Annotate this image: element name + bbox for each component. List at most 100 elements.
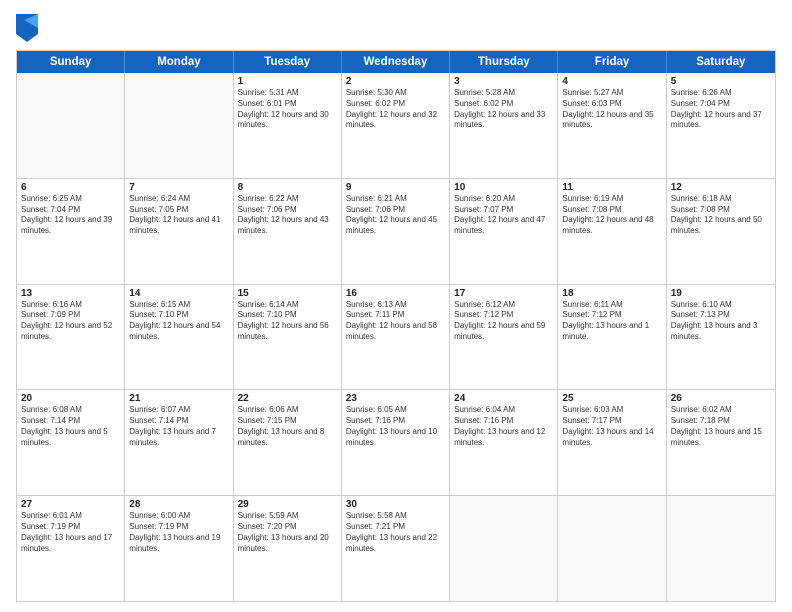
cell-detail: Sunrise: 5:59 AM Sunset: 7:20 PM Dayligh… bbox=[238, 511, 337, 554]
calendar-cell-13: 13Sunrise: 6:16 AM Sunset: 7:09 PM Dayli… bbox=[17, 285, 125, 390]
day-number: 24 bbox=[454, 393, 553, 404]
header-day-tuesday: Tuesday bbox=[234, 51, 342, 73]
day-number: 9 bbox=[346, 182, 445, 193]
day-number: 23 bbox=[346, 393, 445, 404]
cell-detail: Sunrise: 6:26 AM Sunset: 7:04 PM Dayligh… bbox=[671, 88, 771, 131]
calendar-cell-2: 2Sunrise: 5:30 AM Sunset: 6:02 PM Daylig… bbox=[342, 73, 450, 178]
cell-detail: Sunrise: 6:05 AM Sunset: 7:16 PM Dayligh… bbox=[346, 405, 445, 448]
cell-detail: Sunrise: 6:21 AM Sunset: 7:06 PM Dayligh… bbox=[346, 194, 445, 237]
cell-detail: Sunrise: 6:25 AM Sunset: 7:04 PM Dayligh… bbox=[21, 194, 120, 237]
calendar: SundayMondayTuesdayWednesdayThursdayFrid… bbox=[16, 50, 776, 602]
calendar-cell-11: 11Sunrise: 6:19 AM Sunset: 7:08 PM Dayli… bbox=[558, 179, 666, 284]
calendar-cell-15: 15Sunrise: 6:14 AM Sunset: 7:10 PM Dayli… bbox=[234, 285, 342, 390]
day-number: 30 bbox=[346, 499, 445, 510]
day-number: 20 bbox=[21, 393, 120, 404]
day-number: 22 bbox=[238, 393, 337, 404]
cell-detail: Sunrise: 6:04 AM Sunset: 7:16 PM Dayligh… bbox=[454, 405, 553, 448]
cell-detail: Sunrise: 6:07 AM Sunset: 7:14 PM Dayligh… bbox=[129, 405, 228, 448]
day-number: 13 bbox=[21, 288, 120, 299]
calendar-row-3: 20Sunrise: 6:08 AM Sunset: 7:14 PM Dayli… bbox=[17, 390, 775, 496]
cell-detail: Sunrise: 6:24 AM Sunset: 7:05 PM Dayligh… bbox=[129, 194, 228, 237]
calendar-cell-24: 24Sunrise: 6:04 AM Sunset: 7:16 PM Dayli… bbox=[450, 390, 558, 495]
header-day-friday: Friday bbox=[558, 51, 666, 73]
calendar-cell-12: 12Sunrise: 6:18 AM Sunset: 7:08 PM Dayli… bbox=[667, 179, 775, 284]
calendar-cell-27: 27Sunrise: 6:01 AM Sunset: 7:19 PM Dayli… bbox=[17, 496, 125, 601]
day-number: 3 bbox=[454, 76, 553, 87]
calendar-cell-17: 17Sunrise: 6:12 AM Sunset: 7:12 PM Dayli… bbox=[450, 285, 558, 390]
cell-detail: Sunrise: 6:12 AM Sunset: 7:12 PM Dayligh… bbox=[454, 300, 553, 343]
calendar-row-1: 6Sunrise: 6:25 AM Sunset: 7:04 PM Daylig… bbox=[17, 179, 775, 285]
day-number: 19 bbox=[671, 288, 771, 299]
cell-detail: Sunrise: 6:19 AM Sunset: 7:08 PM Dayligh… bbox=[562, 194, 661, 237]
calendar-header: SundayMondayTuesdayWednesdayThursdayFrid… bbox=[17, 51, 775, 73]
calendar-cell-23: 23Sunrise: 6:05 AM Sunset: 7:16 PM Dayli… bbox=[342, 390, 450, 495]
day-number: 21 bbox=[129, 393, 228, 404]
day-number: 4 bbox=[562, 76, 661, 87]
day-number: 6 bbox=[21, 182, 120, 193]
day-number: 7 bbox=[129, 182, 228, 193]
day-number: 17 bbox=[454, 288, 553, 299]
day-number: 1 bbox=[238, 76, 337, 87]
calendar-cell-1: 1Sunrise: 5:31 AM Sunset: 6:01 PM Daylig… bbox=[234, 73, 342, 178]
header-day-sunday: Sunday bbox=[17, 51, 125, 73]
calendar-cell-14: 14Sunrise: 6:15 AM Sunset: 7:10 PM Dayli… bbox=[125, 285, 233, 390]
calendar-cell-5: 5Sunrise: 6:26 AM Sunset: 7:04 PM Daylig… bbox=[667, 73, 775, 178]
header-day-saturday: Saturday bbox=[667, 51, 775, 73]
day-number: 15 bbox=[238, 288, 337, 299]
day-number: 10 bbox=[454, 182, 553, 193]
page: SundayMondayTuesdayWednesdayThursdayFrid… bbox=[0, 0, 792, 612]
day-number: 2 bbox=[346, 76, 445, 87]
cell-detail: Sunrise: 6:03 AM Sunset: 7:17 PM Dayligh… bbox=[562, 405, 661, 448]
calendar-row-4: 27Sunrise: 6:01 AM Sunset: 7:19 PM Dayli… bbox=[17, 496, 775, 601]
cell-detail: Sunrise: 6:16 AM Sunset: 7:09 PM Dayligh… bbox=[21, 300, 120, 343]
day-number: 28 bbox=[129, 499, 228, 510]
calendar-cell-18: 18Sunrise: 6:11 AM Sunset: 7:12 PM Dayli… bbox=[558, 285, 666, 390]
calendar-cell-6: 6Sunrise: 6:25 AM Sunset: 7:04 PM Daylig… bbox=[17, 179, 125, 284]
cell-detail: Sunrise: 5:31 AM Sunset: 6:01 PM Dayligh… bbox=[238, 88, 337, 131]
header-day-thursday: Thursday bbox=[450, 51, 558, 73]
calendar-cell-30: 30Sunrise: 5:58 AM Sunset: 7:21 PM Dayli… bbox=[342, 496, 450, 601]
cell-detail: Sunrise: 6:11 AM Sunset: 7:12 PM Dayligh… bbox=[562, 300, 661, 343]
cell-detail: Sunrise: 6:10 AM Sunset: 7:13 PM Dayligh… bbox=[671, 300, 771, 343]
cell-detail: Sunrise: 6:00 AM Sunset: 7:19 PM Dayligh… bbox=[129, 511, 228, 554]
day-number: 16 bbox=[346, 288, 445, 299]
day-number: 18 bbox=[562, 288, 661, 299]
calendar-body: 1Sunrise: 5:31 AM Sunset: 6:01 PM Daylig… bbox=[17, 73, 775, 601]
calendar-cell-16: 16Sunrise: 6:13 AM Sunset: 7:11 PM Dayli… bbox=[342, 285, 450, 390]
calendar-cell-empty-0-1 bbox=[125, 73, 233, 178]
calendar-cell-3: 3Sunrise: 5:28 AM Sunset: 6:02 PM Daylig… bbox=[450, 73, 558, 178]
logo bbox=[16, 14, 40, 42]
day-number: 8 bbox=[238, 182, 337, 193]
calendar-cell-22: 22Sunrise: 6:06 AM Sunset: 7:15 PM Dayli… bbox=[234, 390, 342, 495]
cell-detail: Sunrise: 6:20 AM Sunset: 7:07 PM Dayligh… bbox=[454, 194, 553, 237]
calendar-cell-8: 8Sunrise: 6:22 AM Sunset: 7:06 PM Daylig… bbox=[234, 179, 342, 284]
calendar-cell-empty-4-5 bbox=[558, 496, 666, 601]
day-number: 12 bbox=[671, 182, 771, 193]
calendar-cell-29: 29Sunrise: 5:59 AM Sunset: 7:20 PM Dayli… bbox=[234, 496, 342, 601]
calendar-cell-empty-4-4 bbox=[450, 496, 558, 601]
calendar-cell-19: 19Sunrise: 6:10 AM Sunset: 7:13 PM Dayli… bbox=[667, 285, 775, 390]
calendar-cell-21: 21Sunrise: 6:07 AM Sunset: 7:14 PM Dayli… bbox=[125, 390, 233, 495]
day-number: 26 bbox=[671, 393, 771, 404]
day-number: 25 bbox=[562, 393, 661, 404]
cell-detail: Sunrise: 5:28 AM Sunset: 6:02 PM Dayligh… bbox=[454, 88, 553, 131]
cell-detail: Sunrise: 6:08 AM Sunset: 7:14 PM Dayligh… bbox=[21, 405, 120, 448]
header-day-monday: Monday bbox=[125, 51, 233, 73]
header bbox=[16, 14, 776, 42]
calendar-cell-28: 28Sunrise: 6:00 AM Sunset: 7:19 PM Dayli… bbox=[125, 496, 233, 601]
cell-detail: Sunrise: 6:22 AM Sunset: 7:06 PM Dayligh… bbox=[238, 194, 337, 237]
cell-detail: Sunrise: 5:30 AM Sunset: 6:02 PM Dayligh… bbox=[346, 88, 445, 131]
calendar-cell-20: 20Sunrise: 6:08 AM Sunset: 7:14 PM Dayli… bbox=[17, 390, 125, 495]
cell-detail: Sunrise: 6:13 AM Sunset: 7:11 PM Dayligh… bbox=[346, 300, 445, 343]
cell-detail: Sunrise: 6:15 AM Sunset: 7:10 PM Dayligh… bbox=[129, 300, 228, 343]
calendar-cell-26: 26Sunrise: 6:02 AM Sunset: 7:18 PM Dayli… bbox=[667, 390, 775, 495]
calendar-cell-9: 9Sunrise: 6:21 AM Sunset: 7:06 PM Daylig… bbox=[342, 179, 450, 284]
calendar-cell-empty-0-0 bbox=[17, 73, 125, 178]
day-number: 27 bbox=[21, 499, 120, 510]
logo-icon bbox=[16, 14, 38, 42]
cell-detail: Sunrise: 6:18 AM Sunset: 7:08 PM Dayligh… bbox=[671, 194, 771, 237]
cell-detail: Sunrise: 5:58 AM Sunset: 7:21 PM Dayligh… bbox=[346, 511, 445, 554]
calendar-cell-4: 4Sunrise: 5:27 AM Sunset: 6:03 PM Daylig… bbox=[558, 73, 666, 178]
cell-detail: Sunrise: 5:27 AM Sunset: 6:03 PM Dayligh… bbox=[562, 88, 661, 131]
calendar-cell-7: 7Sunrise: 6:24 AM Sunset: 7:05 PM Daylig… bbox=[125, 179, 233, 284]
